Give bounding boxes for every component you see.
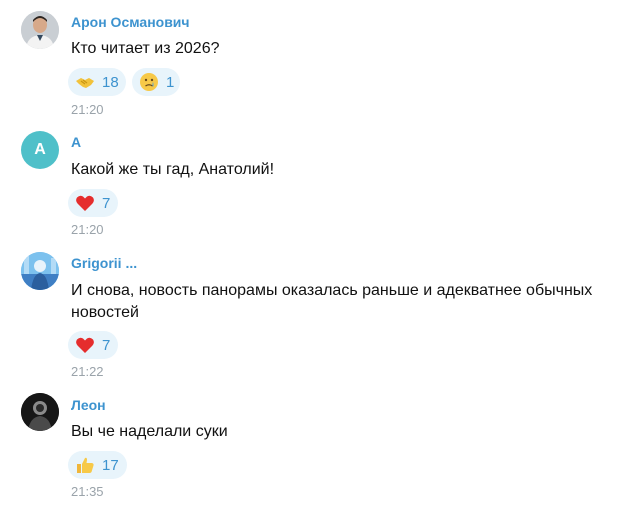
handshake-icon [75, 72, 95, 92]
message-text-line: И снова, новость панорамы оказалась рань… [71, 282, 593, 299]
reaction-chip[interactable]: 7 [68, 189, 118, 217]
reaction-count: 7 [102, 336, 111, 354]
reaction-count: 1 [166, 73, 175, 91]
message-text: Кто читает из 2026? [71, 40, 220, 57]
avatar[interactable]: А [21, 131, 59, 169]
message-time: 21:20 [71, 222, 104, 237]
avatar[interactable] [21, 252, 59, 290]
dark-photo-icon [21, 393, 59, 431]
author-name[interactable]: А [71, 134, 81, 150]
avatar[interactable] [21, 11, 59, 49]
reaction-count: 18 [102, 73, 119, 91]
author-name[interactable]: Grigorii ... [71, 255, 137, 271]
author-name[interactable]: Леон [71, 397, 106, 413]
reaction-chip[interactable]: 18 [68, 68, 126, 96]
red-heart-icon [75, 335, 95, 355]
message-time: 21:35 [71, 484, 104, 499]
message-text: Какой же ты гад, Анатолий! [71, 161, 275, 178]
blue-photo-icon [21, 252, 59, 290]
avatar[interactable] [21, 393, 59, 431]
reaction-chip[interactable]: 17 [68, 451, 127, 479]
man-portrait-icon [21, 11, 59, 49]
reaction-count: 7 [102, 194, 111, 212]
message-time: 21:20 [71, 102, 104, 117]
message-time: 21:22 [71, 364, 104, 379]
crying-face-icon [139, 72, 159, 92]
reaction-chip[interactable]: 7 [68, 331, 118, 359]
message-text-line: новостей [71, 304, 139, 321]
reaction-chip[interactable]: 1 [132, 68, 180, 96]
message-text: И снова, новость панорамы оказалась рань… [71, 280, 611, 324]
thumbs-up-icon [75, 455, 95, 475]
avatar-letter: А [34, 141, 46, 158]
message-text: Вы че наделали суки [71, 423, 228, 440]
reaction-count: 17 [102, 456, 119, 474]
red-heart-icon [75, 193, 95, 213]
author-name[interactable]: Арон Османович [71, 14, 190, 30]
